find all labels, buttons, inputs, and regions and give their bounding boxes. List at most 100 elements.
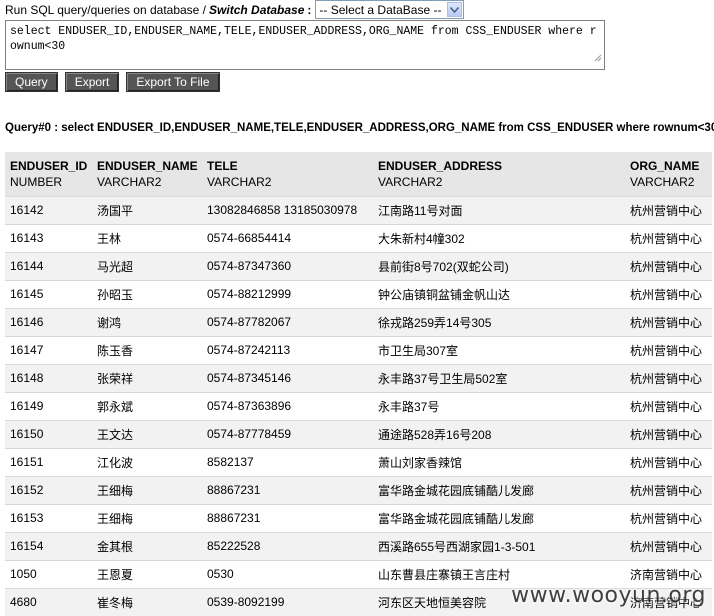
table-cell: 陈玉香: [92, 335, 202, 364]
column-header: ENDUSER_ID NUMBER: [5, 152, 92, 196]
switch-colon: :: [307, 2, 312, 17]
table-cell: 金其根: [92, 531, 202, 560]
database-bar: Run SQL query/queries on database / Swit…: [5, 0, 465, 19]
column-type: VARCHAR2: [97, 174, 162, 189]
table-cell: 王恩夏: [92, 559, 202, 588]
table-cell: 钟公庙镇铜盆铺金帆山达: [373, 279, 625, 308]
table-cell: 崔冬梅: [92, 587, 202, 616]
table-cell: 1050: [5, 559, 92, 588]
sql-query-textarea[interactable]: select ENDUSER_ID,ENDUSER_NAME,TELE,ENDU…: [5, 20, 605, 70]
table-cell: 16150: [5, 419, 92, 448]
table-cell: 85222528: [202, 531, 373, 560]
table-cell: 16144: [5, 251, 92, 280]
table-cell: 88867231: [202, 475, 373, 504]
table-cell: 郭永斌: [92, 391, 202, 420]
table-cell: 0574-88212999: [202, 279, 373, 308]
table-cell: 0574-87345146: [202, 363, 373, 392]
table-cell: 杭州营销中心: [625, 251, 712, 280]
column-header: ORG_NAME VARCHAR2: [625, 152, 712, 196]
table-cell: 富华路金城花园底铺酷儿发廊: [373, 475, 625, 504]
table-cell: 王细梅: [92, 503, 202, 532]
result-table: ENDUSER_ID NUMBER ENDUSER_NAME VARCHAR2 TELE…: [5, 152, 712, 616]
table-row: 16153 王细梅 88867231 富华路金城花园底铺酷儿发廊 杭州营销中心: [5, 503, 712, 532]
table-cell: 大朱新村4幢302: [373, 223, 625, 252]
run-sql-label: Run SQL query/queries on database /: [5, 2, 207, 17]
table-cell: 16142: [5, 195, 92, 224]
table-cell: 王细梅: [92, 475, 202, 504]
chevron-down-icon[interactable]: [447, 2, 463, 17]
query-result-title: Query#0 : select ENDUSER_ID,ENDUSER_NAME…: [5, 122, 714, 134]
table-cell: 16143: [5, 223, 92, 252]
table-cell: 16145: [5, 279, 92, 308]
table-cell: 16153: [5, 503, 92, 532]
column-name: ORG_NAME: [630, 158, 700, 173]
table-cell: 8582137: [202, 447, 373, 476]
table-body: 16142 汤国平 13082846858 13185030978 江南路11号对面杭…: [5, 195, 712, 616]
table-cell: 0574-87778459: [202, 419, 373, 448]
table-cell: 杭州营销中心: [625, 447, 712, 476]
table-cell: 王林: [92, 223, 202, 252]
table-cell: 孙昭玉: [92, 279, 202, 308]
table-row: 16142 汤国平 13082846858 13185030978 江南路11号对面杭…: [5, 195, 712, 224]
table-cell: 杭州营销中心: [625, 335, 712, 364]
table-cell: 王文达: [92, 419, 202, 448]
table-row: 16146 谢鸿 0574-87782067 徐戎路259弄14号305 杭州营销中心: [5, 307, 712, 336]
table-cell: 0574-87347360: [202, 251, 373, 280]
table-row: 16144 马光超 0574-87347360 县前街8号702(双蛇公司) 杭州营销中…: [5, 251, 712, 280]
watermark-text: www.wooyun.org: [511, 583, 706, 608]
table-cell: 16151: [5, 447, 92, 476]
table-cell: 杭州营销中心: [625, 223, 712, 252]
table-row: 16148 张荣祥 0574-87345146 永丰路37号卫生局502室 杭州营销中心: [5, 363, 712, 392]
table-cell: 杭州营销中心: [625, 391, 712, 420]
table-cell: 0574-87782067: [202, 307, 373, 336]
column-name: TELE: [207, 158, 238, 173]
action-buttons: Query Export Export To File: [5, 72, 220, 92]
table-cell: 杭州营销中心: [625, 503, 712, 532]
column-type: VARCHAR2: [378, 174, 443, 189]
table-cell: 0574-87363896: [202, 391, 373, 420]
table-cell: 江化波: [92, 447, 202, 476]
table-cell: 富华路金城花园底铺酷儿发廊: [373, 503, 625, 532]
table-cell: 永丰路37号: [373, 391, 625, 420]
table-cell: 16146: [5, 307, 92, 336]
database-select-value: -- Select a DataBase --: [319, 2, 442, 17]
table-cell: 永丰路37号卫生局502室: [373, 363, 625, 392]
table-cell: 杭州营销中心: [625, 363, 712, 392]
table-cell: 16148: [5, 363, 92, 392]
resize-grip-icon[interactable]: [593, 52, 602, 67]
column-header: ENDUSER_NAME VARCHAR2: [92, 152, 202, 196]
switch-database-label: Switch Database: [209, 2, 305, 17]
table-cell: 杭州营销中心: [625, 195, 712, 224]
table-cell: 16152: [5, 475, 92, 504]
table-cell: 市卫生局307室: [373, 335, 625, 364]
export-to-file-button[interactable]: Export To File: [126, 72, 220, 92]
table-header-row: ENDUSER_ID NUMBER ENDUSER_NAME VARCHAR2 TELE…: [5, 152, 712, 196]
column-type: VARCHAR2: [207, 174, 272, 189]
table-cell: 谢鸿: [92, 307, 202, 336]
table-cell: 徐戎路259弄14号305: [373, 307, 625, 336]
table-cell: 萧山刘家香辣馆: [373, 447, 625, 476]
column-header: ENDUSER_ADDRESS VARCHAR2: [373, 152, 625, 196]
database-select[interactable]: -- Select a DataBase --: [315, 0, 465, 19]
column-name: ENDUSER_ID: [10, 158, 88, 173]
query-button[interactable]: Query: [5, 72, 58, 92]
table-cell: 88867231: [202, 503, 373, 532]
table-row: 16147 陈玉香 0574-87242113 市卫生局307室 杭州营销中心: [5, 335, 712, 364]
table-cell: 16149: [5, 391, 92, 420]
table-row: 16152 王细梅 88867231 富华路金城花园底铺酷儿发廊 杭州营销中心: [5, 475, 712, 504]
column-type: NUMBER: [10, 174, 63, 189]
table-cell: 16154: [5, 531, 92, 560]
column-name: ENDUSER_NAME: [97, 158, 198, 173]
sql-query-text: select ENDUSER_ID,ENDUSER_NAME,TELE,ENDU…: [10, 25, 597, 53]
table-cell: 西溪路655号西湖家园1-3-501: [373, 531, 625, 560]
table-cell: 汤国平: [92, 195, 202, 224]
table-row: 16154 金其根 85222528 西溪路655号西湖家园1-3-501 杭州营销中心: [5, 531, 712, 560]
table-cell: 杭州营销中心: [625, 279, 712, 308]
table-row: 16150 王文达 0574-87778459 通途路528弄16号208 杭州营销中心: [5, 419, 712, 448]
column-name: ENDUSER_ADDRESS: [378, 158, 503, 173]
table-cell: 0574-87242113: [202, 335, 373, 364]
table-cell: 16147: [5, 335, 92, 364]
table-cell: 通途路528弄16号208: [373, 419, 625, 448]
table-cell: 江南路11号对面: [373, 195, 625, 224]
export-button[interactable]: Export: [64, 72, 120, 92]
